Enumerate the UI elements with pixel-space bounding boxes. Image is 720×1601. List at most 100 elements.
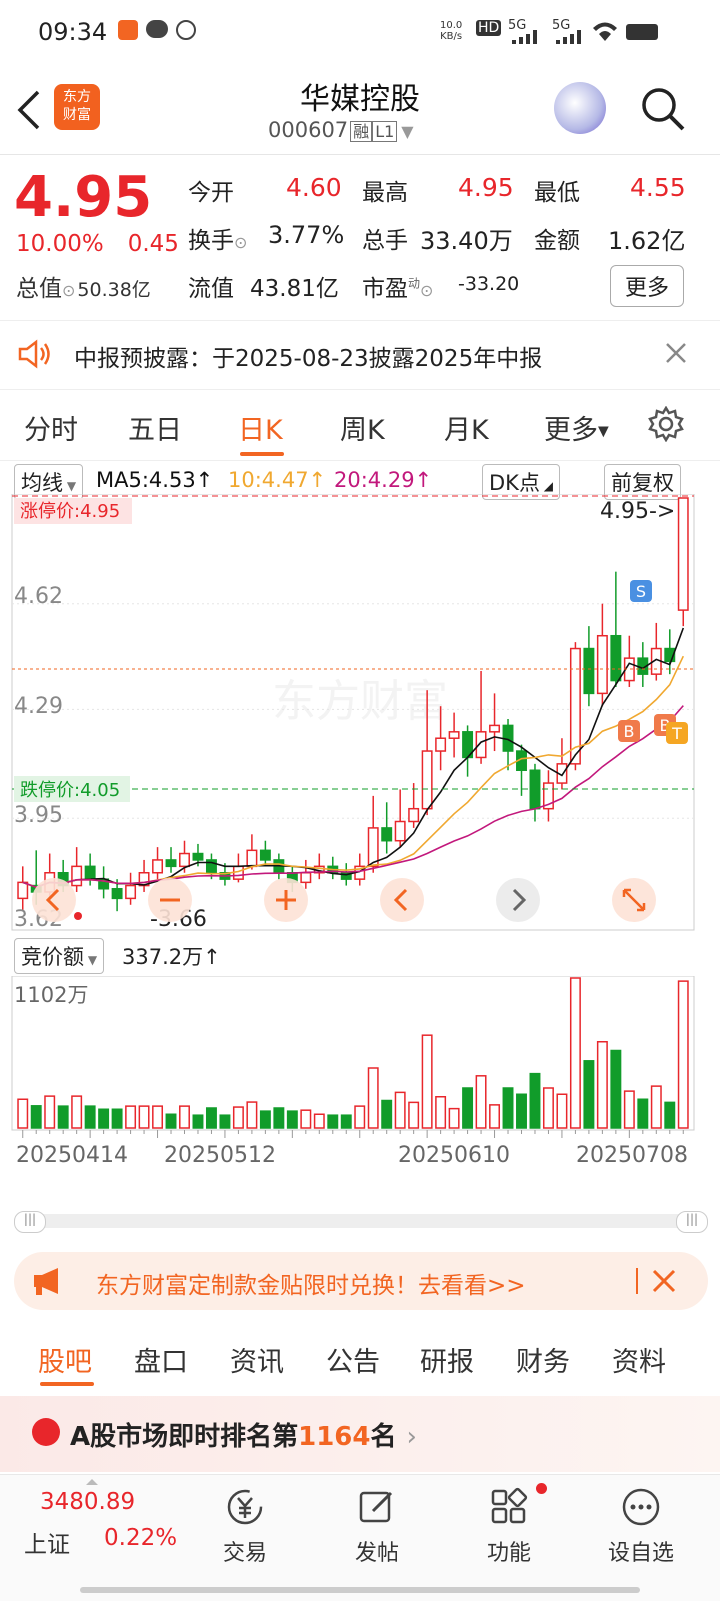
period-tabs: 分时 五日 日K 周K 月K 更多▼ [0, 390, 720, 461]
nav-functions[interactable]: 功能 [454, 1487, 564, 1567]
info-tabs: 股吧 盘口 资讯 公告 研报 财务 资料 [0, 1318, 720, 1397]
chart-move-left-first-button[interactable] [32, 878, 76, 922]
volume-bar [489, 1104, 501, 1129]
quote-more-button[interactable]: 更多 [610, 265, 685, 307]
range-handle-right[interactable]: ||| [676, 1211, 708, 1233]
volume-chart[interactable]: 1102万 20250414 20250512 20250610 2025070… [0, 976, 720, 1176]
volume-bar [677, 980, 689, 1129]
close-icon[interactable] [664, 341, 688, 365]
volume-ticks [22, 1130, 684, 1138]
tab-five-day[interactable]: 五日 [128, 408, 182, 447]
tab-guba[interactable]: 股吧 [38, 1340, 92, 1379]
bottom-toolbar: 3480.89 上证 0.22% 交易 发帖 功能 设自选 [0, 1474, 720, 1601]
volume-bar [340, 1114, 352, 1129]
disclosure-notice[interactable]: 中报预披露：于2025-08-23披露2025年中报 [0, 320, 720, 390]
scroll-right-button[interactable] [496, 878, 540, 922]
price-change-row: 10.00% 0.45 [16, 231, 179, 257]
search-icon[interactable] [640, 86, 686, 132]
volume-label: 总手 [362, 228, 408, 254]
volume-bar [367, 1067, 379, 1129]
sh-index-name: 上证 [24, 1532, 70, 1558]
megaphone-icon [34, 1268, 58, 1295]
quote-panel: 4.95 10.00% 0.45 总值⊙ 50.38亿 今开 4.60 最高 4.9… [0, 155, 720, 315]
volume-bar [502, 1087, 514, 1129]
tab-profile[interactable]: 资料 [612, 1340, 666, 1379]
back-icon[interactable] [16, 90, 42, 130]
volume-bar [569, 977, 581, 1129]
candle-body [583, 647, 595, 695]
tab-announcement[interactable]: 公告 [326, 1340, 380, 1379]
date-label-3: 20250610 [398, 1143, 510, 1168]
volume-bar [448, 1107, 460, 1129]
nav-add-watchlist[interactable]: 设自选 [586, 1487, 696, 1567]
sh-index-value[interactable]: 3480.89 [40, 1489, 135, 1515]
tab-pankou[interactable]: 盘口 [134, 1340, 188, 1379]
settings-gear-icon[interactable] [648, 406, 684, 442]
sh-index-pct: 0.22% [104, 1525, 178, 1551]
stock-code-line[interactable]: 000607 融 L1 ▼ [268, 118, 414, 142]
tab-daily-k[interactable]: 日K [238, 408, 283, 447]
volume-bar [637, 1098, 649, 1129]
volume-bar [421, 1034, 433, 1129]
volume-bar [138, 1105, 150, 1129]
candle-body [489, 724, 501, 733]
tab-more[interactable]: 更多▼ [544, 408, 609, 447]
volume-bar [125, 1105, 137, 1129]
volume-bar [556, 1093, 568, 1129]
candle-body [381, 827, 393, 842]
candle-body [84, 865, 96, 880]
tab-research[interactable]: 研报 [420, 1340, 474, 1379]
tab-weekly-k[interactable]: 周K [340, 408, 385, 447]
net-speed: 10.0 KB/s [440, 20, 463, 42]
float-cap-label: 流值 [188, 276, 234, 302]
volume-bar [313, 1113, 325, 1129]
volume-bar [542, 1087, 554, 1129]
open-value: 4.60 [286, 173, 342, 202]
candle-body [475, 731, 487, 759]
active-tab-indicator [240, 452, 284, 456]
volume-bar [664, 1101, 676, 1129]
y-tick-3-95: 3.95 [14, 803, 63, 828]
volume-bar [84, 1105, 96, 1129]
low-label: 最低 [534, 180, 580, 206]
volume-bar [381, 1099, 393, 1129]
volume-value: 33.40万 [420, 227, 513, 255]
candle-body [152, 859, 164, 874]
volume-selector[interactable]: 竞价额 ▼ [14, 938, 105, 974]
volume-bar [327, 1114, 339, 1129]
promo-close-icon[interactable] [652, 1269, 676, 1293]
volume-bar [300, 1109, 312, 1129]
volume-bar [205, 1107, 217, 1129]
range-handle-left[interactable]: ||| [14, 1211, 46, 1233]
volume-bar [273, 1107, 285, 1129]
nav-trade[interactable]: 交易 [190, 1487, 300, 1567]
tab-finance[interactable]: 财务 [516, 1340, 570, 1379]
volume-bar [354, 1105, 366, 1129]
promo-banner[interactable]: 东方财富定制款金贴限时兑换！去看看>> [14, 1252, 708, 1310]
turnover-value: 3.77% [268, 221, 345, 249]
k-line-chart[interactable]: 东方财富 涨停价:4.95 跌停价:4.05 4.62 4.29 3.95 3.… [0, 494, 720, 934]
edit-post-icon [359, 1491, 393, 1523]
tab-news[interactable]: 资讯 [230, 1340, 284, 1379]
candle-body [165, 859, 177, 868]
candle-body [259, 849, 271, 861]
index-up-arrow [86, 1479, 98, 1485]
market-rank-bar[interactable]: A股市场即时排名第1164名 › [0, 1396, 720, 1472]
code-dropdown-icon: ▼ [401, 122, 414, 141]
volume-bar [529, 1072, 541, 1129]
tab-intraday[interactable]: 分时 [24, 408, 78, 447]
nav-post[interactable]: 发帖 [322, 1487, 432, 1567]
y-tick-4-62: 4.62 [14, 584, 63, 609]
candle-body [408, 807, 420, 823]
volume-bar [623, 1090, 635, 1129]
eastmoney-logo[interactable]: 东方 财富 [54, 84, 100, 130]
tab-monthly-k[interactable]: 月K [444, 408, 489, 447]
ma5-value: MA5:4.53↑ [96, 468, 214, 492]
assistant-robot-icon[interactable] [554, 82, 606, 134]
scroll-left-button[interactable] [380, 878, 424, 922]
volume-bar [516, 1093, 527, 1129]
volume-bar [165, 1113, 177, 1129]
chevron-right-icon: › [406, 1422, 417, 1452]
low-marker-dot [74, 912, 82, 920]
range-slider-track[interactable]: ||| ||| [14, 1211, 708, 1233]
